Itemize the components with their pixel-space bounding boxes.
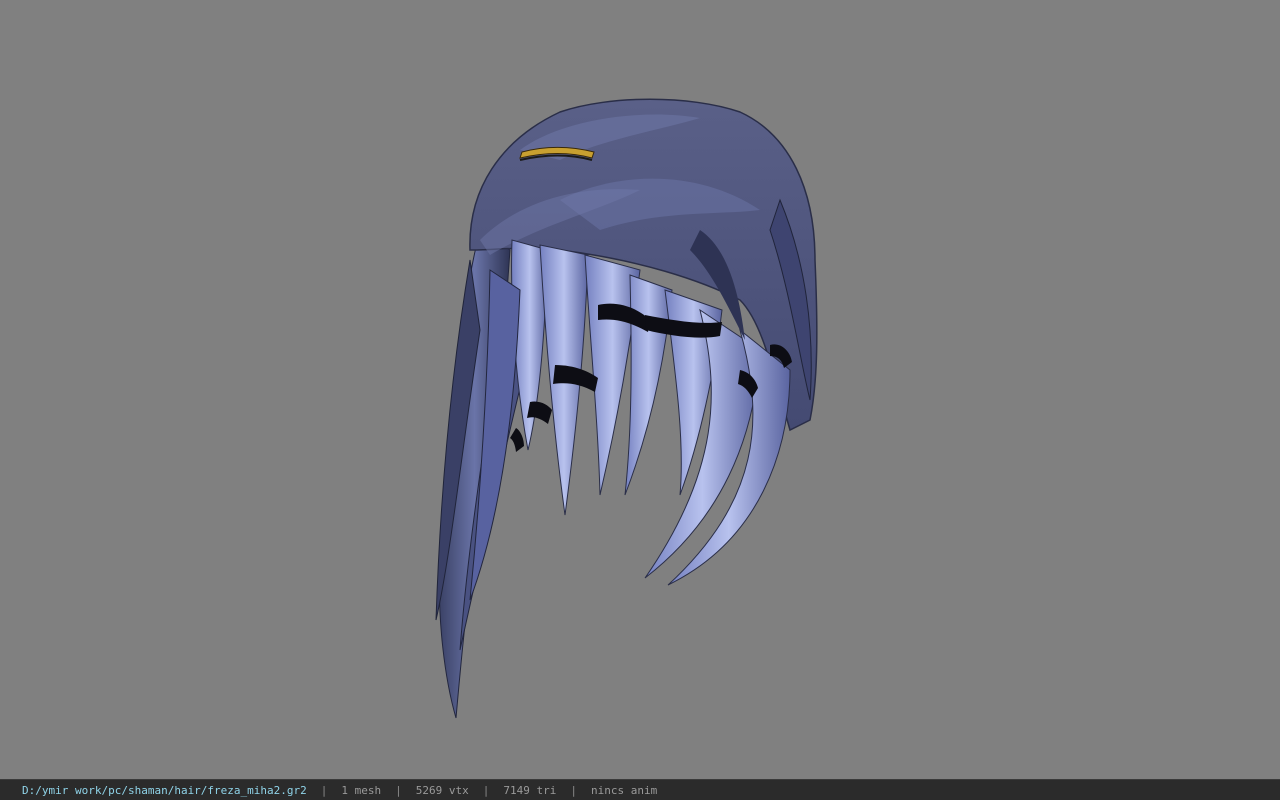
separator: | — [320, 783, 328, 797]
animation-status: nincs anim — [591, 783, 658, 797]
3d-viewport[interactable] — [0, 0, 1280, 779]
status-bar: D:/ymir work/pc/shaman/hair/freza_miha2.… — [0, 779, 1280, 800]
separator: | — [395, 783, 402, 797]
hair-model-render[interactable] — [0, 0, 1280, 779]
separator: | — [482, 783, 490, 797]
mesh-count: 1 mesh — [341, 783, 382, 797]
file-path: D:/ymir work/pc/shaman/hair/freza_miha2.… — [22, 783, 307, 797]
vertex-count: 5269 vtx — [415, 783, 469, 797]
separator: | — [570, 783, 577, 797]
triangle-count: 7149 tri — [503, 783, 557, 797]
